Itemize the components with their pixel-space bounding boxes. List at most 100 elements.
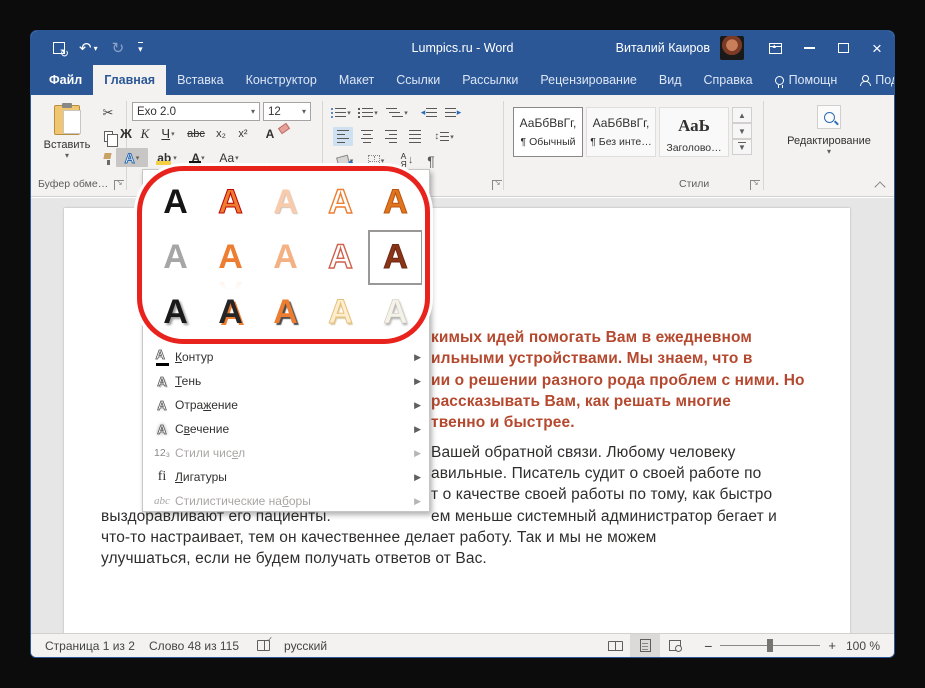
print-layout-icon[interactable] (630, 634, 660, 657)
maximize-button[interactable] (826, 31, 860, 65)
justify-button[interactable] (405, 127, 425, 146)
effect-style-5[interactable]: A (368, 175, 423, 230)
borders-button[interactable]: ▾ (363, 151, 389, 170)
customize-qat-icon[interactable]: ▾ (138, 42, 143, 55)
highlight-button[interactable]: ab▾ (153, 148, 181, 167)
sort-button[interactable]: АЯ↓ (395, 151, 419, 170)
page-count-status[interactable]: Страница 1 из 2 (45, 639, 135, 653)
menu-item-glow[interactable]: A Свечение ▶ (143, 417, 429, 441)
align-left-button[interactable] (333, 127, 353, 146)
search-icon[interactable] (817, 105, 841, 129)
paragraph-dialog-launcher[interactable] (492, 180, 502, 190)
zoom-out-icon[interactable]: − (704, 638, 712, 654)
effect-style-10-selected[interactable]: A (368, 230, 423, 285)
increase-indent-button[interactable]: ▸ (443, 103, 463, 122)
style-card-heading[interactable]: АаЬ Заголово… (659, 107, 729, 157)
effect-style-7[interactable]: A (203, 230, 258, 285)
tab-help[interactable]: Справка (693, 65, 764, 95)
zoom-level[interactable]: 100 % (846, 639, 880, 653)
effect-style-14[interactable]: A (313, 285, 368, 340)
zoom-in-icon[interactable]: + (828, 638, 836, 653)
menu-item-ligatures[interactable]: fi Лигатуры ▶ (143, 465, 429, 489)
align-right-button[interactable] (381, 127, 401, 146)
collapse-ribbon-icon[interactable] (874, 181, 885, 192)
doc-red-line-2: ильными устройствами. Мы знаем, что в (431, 350, 753, 368)
styles-dialog-launcher[interactable] (750, 180, 760, 190)
bullets-button[interactable]: ▾ (331, 103, 355, 122)
undo-icon[interactable]: ↶▾ (79, 39, 98, 57)
line-spacing-button[interactable]: ↕▾ (431, 127, 457, 146)
tab-references[interactable]: Ссылки (385, 65, 451, 95)
shading-button[interactable]: ▾ (331, 151, 359, 170)
tab-mailings[interactable]: Рассылки (451, 65, 529, 95)
ribbon-display-options-icon[interactable] (758, 31, 792, 65)
styles-scroll-down-icon[interactable]: ▼ (732, 123, 752, 139)
menu-item-reflection[interactable]: A Отражение ▶ (143, 393, 429, 417)
styles-gallery-more-icon[interactable]: ▼ (732, 139, 752, 155)
word-count-status[interactable]: Слово 48 из 115 (149, 639, 239, 653)
effect-style-13[interactable]: A (258, 285, 313, 340)
effect-style-3[interactable]: A (258, 175, 313, 230)
menu-item-outline[interactable]: A Контур ▶ (143, 345, 429, 369)
underline-button[interactable]: Ч▾ (155, 124, 181, 143)
avatar[interactable] (720, 36, 744, 60)
styles-scroll-up-icon[interactable]: ▲ (732, 107, 752, 123)
format-painter-icon[interactable] (99, 151, 117, 167)
change-case-button[interactable]: Аа▾ (215, 148, 243, 167)
save-icon[interactable] (53, 42, 65, 54)
copy-icon[interactable] (99, 128, 117, 144)
language-status[interactable]: русский (284, 639, 327, 653)
effect-style-6[interactable]: A (148, 230, 203, 285)
effect-style-2[interactable]: A (203, 175, 258, 230)
effect-style-15[interactable]: A (368, 285, 423, 340)
read-mode-icon[interactable] (600, 634, 630, 657)
title-bar: ↶▾ ↻ ▾ Lumpics.ru - Word Виталий Каиров … (31, 31, 894, 65)
cut-icon[interactable]: ✂ (99, 105, 117, 121)
account-name[interactable]: Виталий Каиров (616, 41, 710, 55)
tab-layout[interactable]: Макет (328, 65, 385, 95)
font-name-combo[interactable]: Exo 2.0▾ (132, 102, 260, 121)
close-button[interactable]: × (860, 31, 894, 65)
web-layout-icon[interactable] (660, 634, 690, 657)
paste-button[interactable]: Вставить ▾ (41, 103, 93, 185)
style-card-no-spacing[interactable]: АаБбВвГг, ¶ Без инте… (586, 107, 656, 157)
tab-home[interactable]: Главная (93, 65, 166, 95)
tab-assistant[interactable]: Помощн (764, 65, 849, 95)
font-color-button[interactable]: А▾ (185, 148, 211, 167)
clear-formatting-button[interactable]: А (259, 124, 281, 143)
effect-style-12[interactable]: A (203, 285, 258, 340)
clipboard-dialog-launcher[interactable] (114, 180, 124, 190)
text-effects-gallery: A A A A A A A A A A A A A A A (143, 170, 429, 343)
menu-item-shadow[interactable]: A Тень ▶ (143, 369, 429, 393)
decrease-indent-button[interactable]: ◂ (419, 103, 439, 122)
subscript-button[interactable]: x₂ (211, 124, 231, 143)
font-size-combo[interactable]: 12▾ (263, 102, 311, 121)
proofing-icon[interactable] (257, 640, 270, 651)
multilevel-list-button[interactable]: ▾ (385, 103, 409, 122)
show-paragraph-marks-button[interactable]: ¶ (421, 151, 441, 170)
tab-insert[interactable]: Вставка (166, 65, 234, 95)
effect-style-1[interactable]: A (148, 175, 203, 230)
minimize-button[interactable] (792, 31, 826, 65)
strikethrough-button[interactable]: abc (183, 124, 209, 143)
superscript-button[interactable]: x² (233, 124, 253, 143)
quick-access-toolbar: ↶▾ ↻ ▾ (53, 39, 143, 57)
tab-view[interactable]: Вид (648, 65, 693, 95)
zoom-slider-thumb[interactable] (767, 639, 773, 652)
editing-group[interactable]: Редактирование ▾ (779, 105, 879, 156)
numbering-button[interactable]: ▾ (358, 103, 382, 122)
effect-style-9[interactable]: A (313, 230, 368, 285)
effect-style-11[interactable]: A (148, 285, 203, 340)
text-effects-button[interactable]: А▾ (116, 148, 148, 167)
zoom-slider[interactable] (720, 645, 820, 646)
tab-review[interactable]: Рецензирование (529, 65, 648, 95)
align-center-button[interactable] (357, 127, 377, 146)
effect-style-8[interactable]: A (258, 230, 313, 285)
italic-button[interactable]: К (137, 124, 153, 143)
tab-file[interactable]: Файл (38, 65, 93, 95)
effect-style-4[interactable]: A (313, 175, 368, 230)
style-card-normal[interactable]: АаБбВвГг, ¶ Обычный (513, 107, 583, 157)
tab-design[interactable]: Конструктор (235, 65, 328, 95)
share-button[interactable]: Поделиться (848, 65, 895, 95)
bold-button[interactable]: Ж (117, 124, 135, 143)
